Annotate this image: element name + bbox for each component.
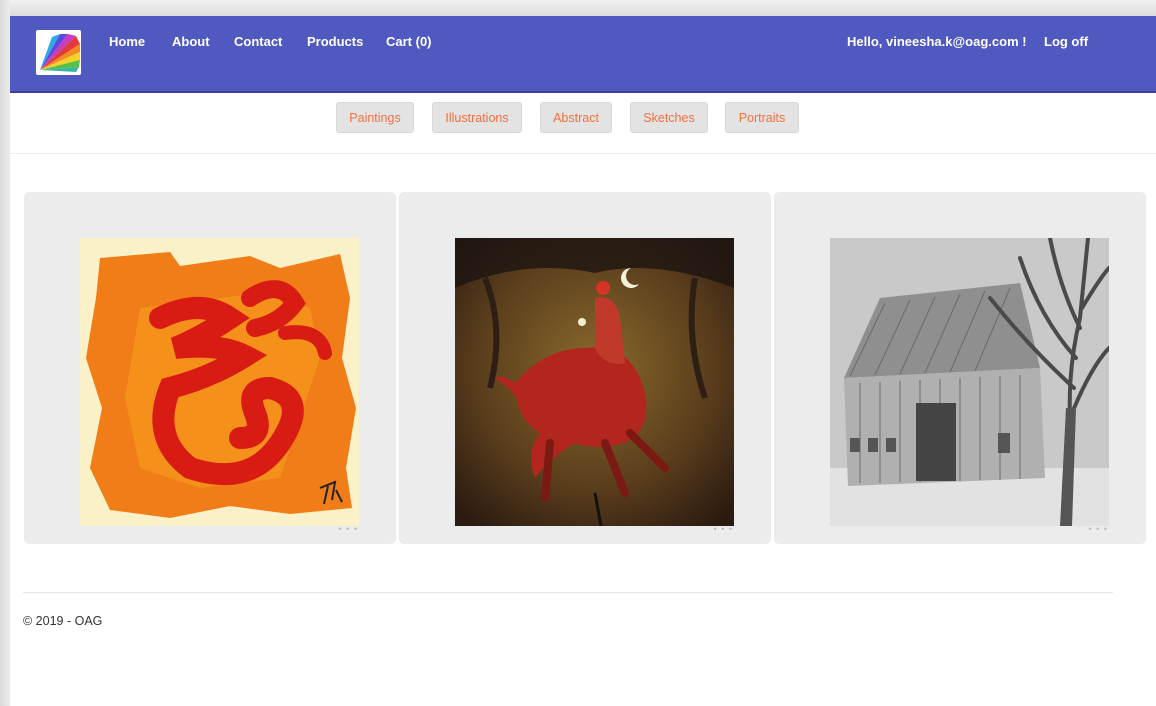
category-bar: Paintings Illustrations Abstract Sketche…	[10, 93, 1156, 154]
horse-and-rider-painting-icon[interactable]	[455, 238, 734, 526]
color-fan-logo-icon	[40, 34, 80, 72]
footer-copyright: © 2019 - OAG	[23, 614, 103, 628]
nav-about-link[interactable]: About	[172, 34, 210, 49]
category-abstract-button[interactable]: Abstract	[540, 102, 612, 133]
footer-divider	[23, 592, 1113, 593]
nav-contact-link[interactable]: Contact	[234, 34, 282, 49]
page: Home About Contact Products Cart (0) Hel…	[10, 16, 1156, 706]
ellipsis-icon: • • •	[338, 524, 358, 534]
logoff-link[interactable]: Log off	[1044, 34, 1088, 49]
category-paintings-button[interactable]: Paintings	[336, 102, 414, 133]
gallery-card[interactable]: • • •	[774, 192, 1146, 544]
category-portraits-button[interactable]: Portraits	[725, 102, 799, 133]
gallery-card[interactable]: • • •	[399, 192, 771, 544]
window-frame-left	[0, 0, 10, 706]
ellipsis-icon: • • •	[713, 524, 733, 534]
nav-products-link[interactable]: Products	[307, 34, 363, 49]
gallery-card[interactable]: • • •	[24, 192, 396, 544]
site-logo[interactable]	[36, 30, 81, 75]
category-sketches-button[interactable]: Sketches	[630, 102, 708, 133]
user-greeting-link[interactable]: Hello, vineesha.k@oag.com !	[847, 34, 1027, 49]
nav-cart-link[interactable]: Cart (0)	[386, 34, 432, 49]
nav-home-link[interactable]: Home	[109, 34, 145, 49]
window-frame-top	[0, 0, 1156, 16]
red-calligraphy-abstract-painting-icon[interactable]	[80, 238, 359, 526]
ellipsis-icon: • • •	[1088, 524, 1108, 534]
navbar: Home About Contact Products Cart (0) Hel…	[10, 16, 1156, 93]
barn-pencil-sketch-icon[interactable]	[830, 238, 1109, 526]
category-illustrations-button[interactable]: Illustrations	[432, 102, 522, 133]
